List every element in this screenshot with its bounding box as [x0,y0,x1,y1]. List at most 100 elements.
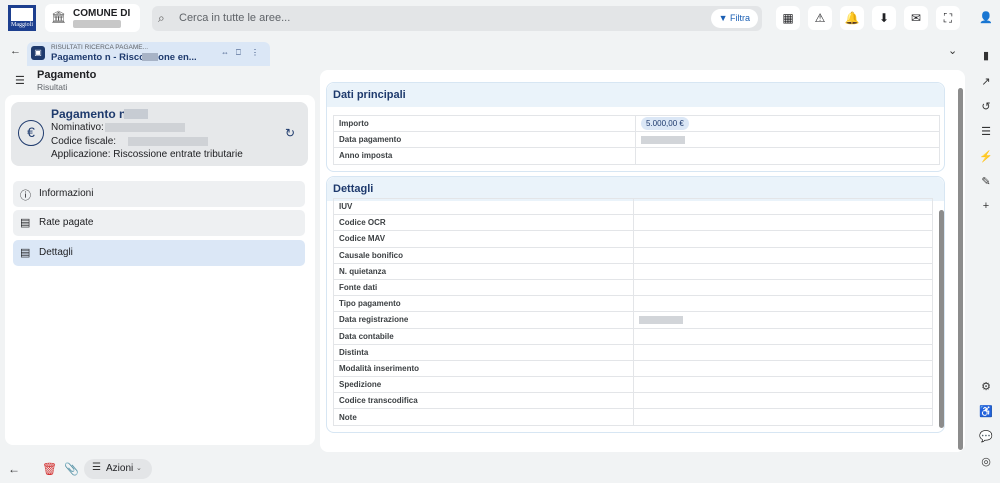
search-input[interactable]: Cerca in tutte le aree... [179,12,290,24]
azioni-menu-button[interactable]: ☰ Azioni ⌄ [84,459,152,479]
table-row: Modalità inserimento [333,359,933,378]
row-label: Codice transcodifica [333,392,634,410]
dati-principali-table: Importo 5.000,00 € Data pagamento Anno i… [333,114,940,165]
row-value [633,197,933,216]
row-label: Modalità inserimento [333,359,634,378]
table-row: Anno imposta [333,147,940,165]
row-label: Distinta [333,343,634,361]
row-label: Fonte dati [333,278,634,297]
chevron-down-icon: ⌄ [136,465,142,472]
dashboard-icon[interactable]: ▦ [776,6,800,30]
details-icon: ▤ [20,247,31,259]
dettagli-table: IUV Codice OCR Codice MAV Causale bonifi… [333,197,933,426]
section-dati-principali: Dati principali Importo 5.000,00 € Data … [326,82,945,172]
nav-informazioni[interactable]: ⓘ Informazioni [13,181,305,207]
bookmarks-icon[interactable]: ▮ [978,48,994,64]
refresh-icon[interactable]: ↻ [285,126,295,140]
codice-fiscale-redacted [128,137,208,146]
section-header: Dati principali [327,83,944,107]
row-value [633,359,933,378]
table-row: Importo 5.000,00 € [333,114,940,133]
page-title: Pagamento [37,69,97,81]
row-value [633,214,933,232]
delete-icon[interactable]: 🗑 [42,462,57,476]
history-icon[interactable]: ↺ [978,99,994,115]
details-scrollbar[interactable] [939,210,944,428]
table-row: Codice MAV [333,230,933,248]
row-value: 5.000,00 € [635,114,940,133]
applicazione-line: Applicazione: Riscossione entrate tribut… [51,149,243,160]
redacted-value [641,136,685,145]
main-scrollbar[interactable] [958,88,963,450]
account-icon[interactable]: 👤 [978,10,994,26]
bookmark-icon[interactable]: ⎕ [236,48,241,58]
payment-tab-icon: ▣ [31,46,45,60]
list-icon[interactable]: ☰ [15,74,25,87]
table-row: Causale bonifico [333,246,933,264]
bell-icon[interactable]: 🔔 [840,6,864,30]
table-row: Fonte dati [333,278,933,297]
accessibility-icon[interactable]: ♿ [978,404,994,420]
page-subtitle[interactable]: Risultati [37,82,67,92]
row-value [633,408,933,426]
row-label: Codice MAV [333,230,634,248]
chat-icon[interactable]: 💬 [978,429,994,445]
redacted-value [639,316,683,325]
table-row: IUV [333,197,933,216]
add-icon[interactable]: + [978,198,994,214]
settings-icon[interactable]: ⚙ [978,379,994,395]
nav-rate-pagate[interactable]: ▤ Rate pagate [13,210,305,236]
attachment-icon[interactable]: 📎 [64,462,79,476]
plugin-icon[interactable]: ⚡ [978,149,994,165]
info-icon: ⓘ [20,190,31,202]
row-label: Codice OCR [333,214,634,232]
org-name-redacted [73,20,121,28]
row-label: Tipo pagamento [333,295,634,313]
summary-title: Pagamento n [51,107,127,121]
chevron-down-icon[interactable]: ⌄ [948,44,957,57]
search-icon: ⌕ [158,11,165,25]
row-label: Data pagamento [333,131,636,149]
back-icon[interactable]: ← [8,462,20,476]
mail-icon[interactable]: ✉ [904,6,928,30]
section-title: Dati principali [333,89,406,101]
trending-icon[interactable]: ↗ [978,74,994,90]
row-label: Data registrazione [333,311,634,329]
edit-note-icon[interactable]: ✎ [978,174,994,190]
logo-emblem [11,8,33,21]
expand-icon[interactable]: ⇔ [221,48,229,57]
azioni-label: Azioni [106,463,134,474]
table-row: N. quietanza [333,262,933,280]
help-icon[interactable]: ◎ [978,454,994,470]
table-row: Data pagamento [333,131,940,149]
warning-icon[interactable]: ⚠ [808,6,832,30]
back-arrow-icon[interactable]: ← [10,45,21,57]
tab-payment[interactable]: ▣ RISULTATI RICERCA PAGAME... Pagamento … [27,42,270,66]
euro-icon: € [18,120,44,146]
nominativo-label: Nominativo: [51,122,104,133]
filter-button[interactable]: ▼ Filtra [710,9,758,28]
document-icon: ▤ [20,217,31,229]
row-value [633,376,933,394]
table-row: Data registrazione [333,311,933,329]
more-vert-icon[interactable]: ⋮ [251,48,259,57]
table-row: Tipo pagamento [333,295,933,313]
row-label: Anno imposta [333,147,636,165]
download-icon[interactable]: ⬇ [872,6,896,30]
organization-selector[interactable]: 🏛 COMUNE DI [45,4,140,32]
section-title: Dettagli [333,183,374,195]
table-row: Codice transcodifica [333,392,933,410]
row-value [633,311,933,329]
table-row: Note [333,408,933,426]
fullscreen-icon[interactable]: ⛶ [936,6,960,30]
row-label: Data contabile [333,327,634,345]
nav-dettagli[interactable]: ▤ Dettagli [13,240,305,266]
app-logo[interactable]: Maggioli [8,5,36,31]
tab-subtitle: RISULTATI RICERCA PAGAME... [51,44,149,51]
table-row: Data contabile [333,327,933,345]
nav-label: Rate pagate [39,217,94,228]
checklist-icon[interactable]: ☰ [978,124,994,140]
org-title: COMUNE DI [73,8,131,19]
global-search[interactable]: ⌕ Cerca in tutte le aree... ▼ Filtra [152,6,762,31]
nav-label: Dettagli [39,247,73,258]
